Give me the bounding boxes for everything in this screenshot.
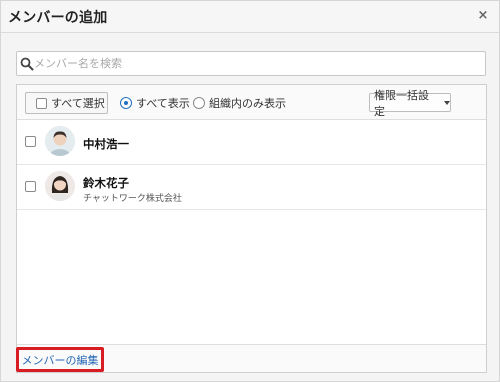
bulk-role-label: 権限一括設定 — [374, 88, 429, 118]
member-checkbox[interactable] — [25, 136, 36, 147]
dialog-title: メンバーの追加 — [8, 10, 108, 26]
add-member-dialog: メンバーの追加 × すべて選択 すべて表示 組織内のみ表示 権限一括設定 — [0, 0, 500, 382]
member-list-panel: すべて選択 すべて表示 組織内のみ表示 権限一括設定 中村浩一 鈴木花子 チャッ… — [16, 84, 487, 373]
member-search-input[interactable] — [34, 52, 479, 75]
member-checkbox[interactable] — [25, 181, 36, 192]
member-name: 中村浩一 — [83, 137, 129, 151]
member-organization: チャットワーク株式会社 — [83, 194, 182, 204]
member-panel-footer: メンバーの編集 — [16, 344, 486, 372]
member-toolbar: すべて選択 すべて表示 組織内のみ表示 権限一括設定 — [17, 85, 486, 120]
close-button[interactable]: × — [475, 8, 491, 24]
member-row: 中村浩一 — [17, 120, 486, 165]
radio-org-only[interactable]: 組織内のみ表示 — [193, 95, 286, 111]
chevron-down-icon — [444, 101, 450, 105]
select-all-checkbox-icon — [36, 97, 47, 109]
radio-show-all-label: すべて表示 — [136, 97, 190, 110]
dialog-header: メンバーの追加 × — [1, 1, 499, 33]
avatar-male-image — [45, 126, 75, 156]
edit-members-link[interactable]: メンバーの編集 — [16, 347, 104, 372]
select-all-label: すべて選択 — [51, 97, 105, 110]
select-all-button[interactable]: すべて選択 — [25, 92, 108, 114]
member-search-box[interactable] — [16, 51, 486, 76]
radio-org-only-indicator[interactable] — [193, 97, 205, 109]
avatar — [45, 171, 75, 201]
member-row: 鈴木花子 チャットワーク株式会社 — [17, 165, 486, 210]
avatar — [45, 126, 75, 156]
radio-org-only-label: 組織内のみ表示 — [209, 97, 286, 110]
avatar-female-image — [45, 171, 75, 201]
bulk-role-dropdown[interactable]: 権限一括設定 — [369, 89, 451, 118]
radio-show-all-indicator[interactable] — [120, 97, 132, 109]
member-name: 鈴木花子 — [83, 176, 129, 190]
search-icon — [20, 57, 34, 71]
radio-show-all[interactable]: すべて表示 — [120, 95, 190, 111]
